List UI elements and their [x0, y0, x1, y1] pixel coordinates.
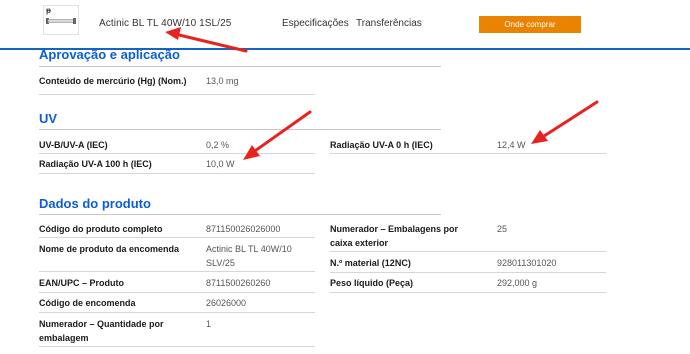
- where-to-buy-button[interactable]: Onde comprar: [479, 16, 581, 33]
- product-title: Actinic BL TL 40W/10 1SL/25: [99, 18, 232, 29]
- row-divider: [330, 153, 606, 154]
- sticky-product-header: ᵽ Actinic BL TL 40W/10 1SL/25 Especifica…: [0, 0, 690, 50]
- brand-logo-icon: ᵽ: [46, 6, 51, 15]
- spec-label: N.º material (12NC): [330, 258, 411, 268]
- spec-label: Numerador – Embalagens por caixa exterio…: [330, 224, 459, 248]
- row-divider: [330, 272, 606, 273]
- spec-value: 1: [206, 319, 212, 329]
- lamp-cap-icon: [73, 18, 76, 24]
- spec-label: EAN/UPC – Produto: [39, 278, 125, 288]
- spec-value: 12,4 W: [497, 140, 526, 150]
- spec-label: Código do produto completo: [39, 224, 163, 234]
- tab-downloads[interactable]: Transferências: [356, 18, 422, 29]
- row-divider: [39, 346, 315, 347]
- spec-value: 26026000: [206, 298, 247, 308]
- row-divider: [39, 292, 315, 293]
- spec-value: 25: [497, 224, 508, 234]
- spec-label: Conteúdo de mercúrio (Hg) (Nom.): [39, 76, 187, 86]
- lamp-tube-icon: [48, 19, 75, 23]
- tab-specifications[interactable]: Especificações: [282, 18, 349, 29]
- row-divider: [330, 292, 606, 293]
- arrow-icon: [531, 100, 599, 144]
- row-divider: [39, 237, 315, 238]
- row-divider: [39, 173, 315, 174]
- spec-label: UV-B/UV-A (IEC): [39, 140, 108, 150]
- section-divider: [39, 214, 441, 215]
- spec-label: Nome de produto da encomenda: [39, 244, 180, 254]
- section-divider: [39, 129, 441, 130]
- spec-value: 292,000 g: [497, 278, 538, 288]
- row-divider: [330, 251, 606, 252]
- section-title-product-data: Dados do produto: [39, 196, 151, 211]
- row-divider: [39, 94, 315, 95]
- spec-value: 871150026026000: [206, 224, 281, 234]
- spec-label: Radiação UV-A 0 h (IEC): [330, 140, 433, 150]
- spec-label: Numerador – Quantidade por embalagem: [39, 319, 164, 343]
- spec-label: Peso líquido (Peça): [330, 278, 414, 288]
- product-thumbnail[interactable]: ᵽ: [43, 5, 79, 35]
- spec-label: Código de encomenda: [39, 298, 136, 308]
- spec-value: 8711500260260: [206, 278, 271, 288]
- spec-value: 0,2 %: [206, 140, 230, 150]
- section-title-uv: UV: [39, 111, 58, 126]
- spec-value: Actinic BL TL 40W/10 SLV/25: [206, 244, 292, 268]
- section-divider: [39, 66, 441, 67]
- row-divider: [39, 153, 315, 154]
- row-divider: [39, 312, 315, 313]
- spec-value: 13,0 mg: [206, 76, 239, 86]
- spec-value: 10,0 W: [206, 159, 235, 169]
- spec-label: Radiação UV-A 100 h (IEC): [39, 159, 152, 169]
- row-divider: [39, 271, 315, 272]
- spec-value: 928011301020: [497, 258, 557, 268]
